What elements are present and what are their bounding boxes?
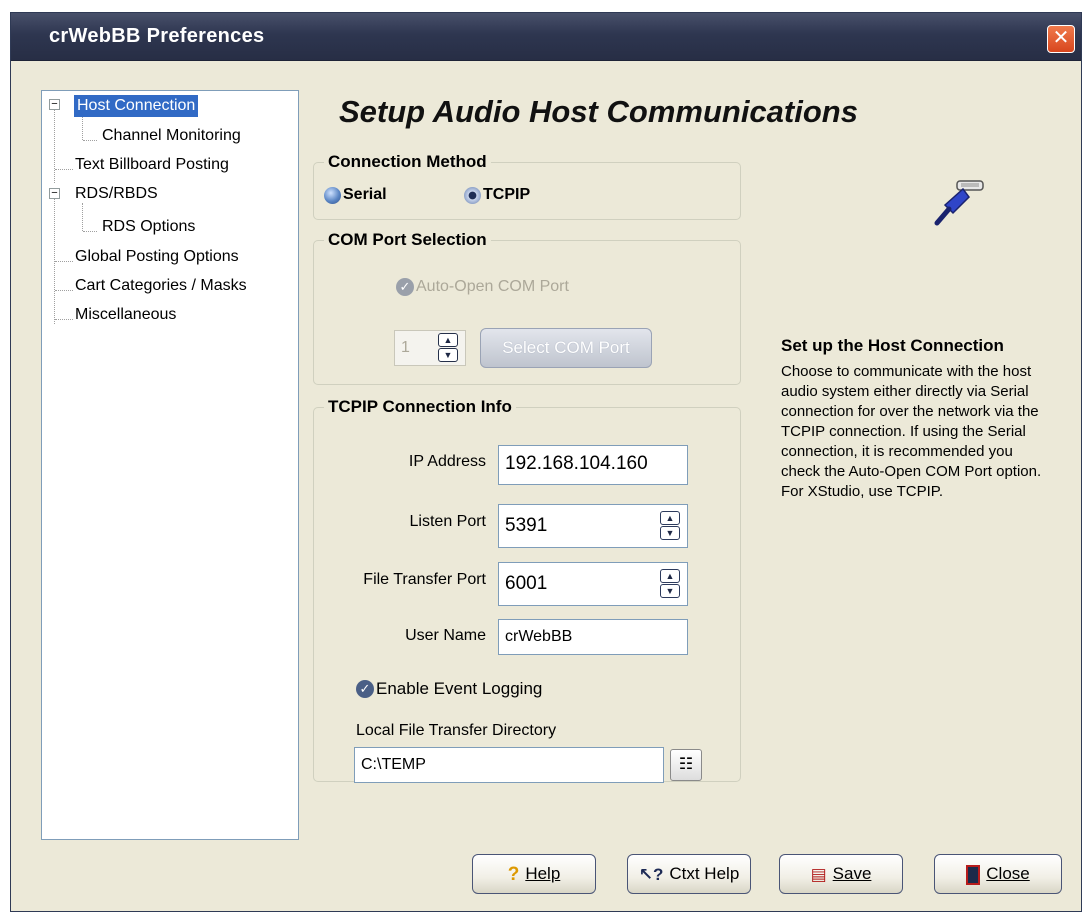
com-port-group: COM Port Selection ✓ Auto-Open COM Port 1… [313,230,741,385]
com-port-legend: COM Port Selection [328,230,487,249]
user-name-input[interactable]: crWebBB [498,619,688,655]
tree-item-miscellaneous[interactable]: Miscellaneous [75,304,176,326]
spin-down-icon[interactable]: ▼ [660,584,680,598]
spin-up-icon[interactable]: ▲ [660,569,680,583]
enable-event-logging-label: Enable Event Logging [376,679,543,698]
ctxt-help-button-label: Ctxt Help [669,864,740,883]
com-port-stepper[interactable]: ▲ ▼ [438,333,458,363]
listen-port-label: Listen Port [409,513,486,530]
tree-collapse-icon[interactable]: − [49,188,60,199]
auto-open-com-label: Auto-Open COM Port [416,278,569,295]
tree-item-text-billboard-posting[interactable]: Text Billboard Posting [75,154,229,176]
tree-item-channel-monitoring[interactable]: Channel Monitoring [102,125,241,147]
window-title: crWebBB Preferences [49,25,265,47]
tree-item-cart-categories-masks[interactable]: Cart Categories / Masks [75,275,247,297]
save-document-icon: ▤ [810,864,827,884]
help-description: Choose to communicate with the host audi… [781,363,1042,500]
file-transfer-port-label: File Transfer Port [363,571,486,588]
ip-address-label: IP Address [408,453,486,470]
tree-item-rds-options[interactable]: RDS Options [102,216,195,238]
ip-address-input[interactable]: 192.168.104.160 [498,445,688,485]
spin-up-icon[interactable]: ▲ [438,333,458,347]
tree-item-rds-rbds[interactable]: RDS/RBDS [75,183,158,205]
help-question-icon: ? [507,863,520,885]
folder-browse-icon[interactable]: ☷ [670,749,702,781]
tcpip-info-legend: TCPIP Connection Info [328,397,512,416]
page-heading: Setup Audio Host Communications [339,94,858,129]
connection-method-group: Connection Method Serial TCPIP [313,152,741,220]
auto-open-com-checkbox[interactable]: ✓ Auto-Open COM Port [396,278,569,296]
serial-radio[interactable]: Serial [324,186,387,204]
close-button[interactable]: Close [934,854,1062,894]
preferences-tree: − Host Connection Channel Monitoring Tex… [41,90,299,840]
listen-port-stepper[interactable]: ▲ ▼ [660,511,680,541]
checkbox-checked-icon: ✓ [356,680,374,698]
spin-down-icon[interactable]: ▼ [660,526,680,540]
select-com-port-button[interactable]: Select COM Port [480,328,652,368]
close-window-icon[interactable]: ✕ [1047,25,1075,53]
network-cable-plug-icon [934,180,984,226]
tcpip-radio[interactable]: TCPIP [464,186,530,204]
help-button[interactable]: ? Help [472,854,596,894]
user-name-label: User Name [405,627,486,644]
save-button-label: Save [832,864,872,883]
enable-event-logging-checkbox[interactable]: ✓ Enable Event Logging [356,679,542,699]
file-transfer-port-stepper[interactable]: ▲ ▼ [660,569,680,599]
help-button-label: Help [525,864,561,883]
tree-collapse-icon[interactable]: − [49,99,60,110]
dialog-client-area: − Host Connection Channel Monitoring Tex… [17,62,1075,905]
tree-item-host-connection[interactable]: Host Connection [74,95,199,117]
tcpip-radio-label: TCPIP [483,186,531,203]
serial-radio-icon [324,186,341,204]
preferences-window: crWebBB Preferences ✕ − Host Connection … [10,12,1082,912]
save-button[interactable]: ▤ Save [779,854,903,894]
local-dir-label: Local File Transfer Directory [356,722,557,739]
close-button-label: Close [986,864,1030,883]
help-title: Set up the Host Connection [781,336,1004,355]
spin-up-icon[interactable]: ▲ [660,511,680,525]
tcpip-info-group: TCPIP Connection Info IP Address 192.168… [313,397,741,783]
title-bar[interactable]: crWebBB Preferences ✕ [11,13,1081,61]
tcpip-radio-icon [464,186,481,204]
checkbox-checked-icon: ✓ [396,278,414,296]
spin-down-icon[interactable]: ▼ [438,348,458,362]
local-dir-input[interactable]: C:\TEMP [354,747,664,783]
context-help-pointer-icon: ↖? [638,864,664,884]
ctxt-help-button[interactable]: ↖? Ctxt Help [627,854,751,894]
close-door-icon [966,864,981,885]
serial-radio-label: Serial [343,186,387,203]
connection-method-legend: Connection Method [328,152,487,171]
tree-item-global-posting-options[interactable]: Global Posting Options [75,246,239,268]
